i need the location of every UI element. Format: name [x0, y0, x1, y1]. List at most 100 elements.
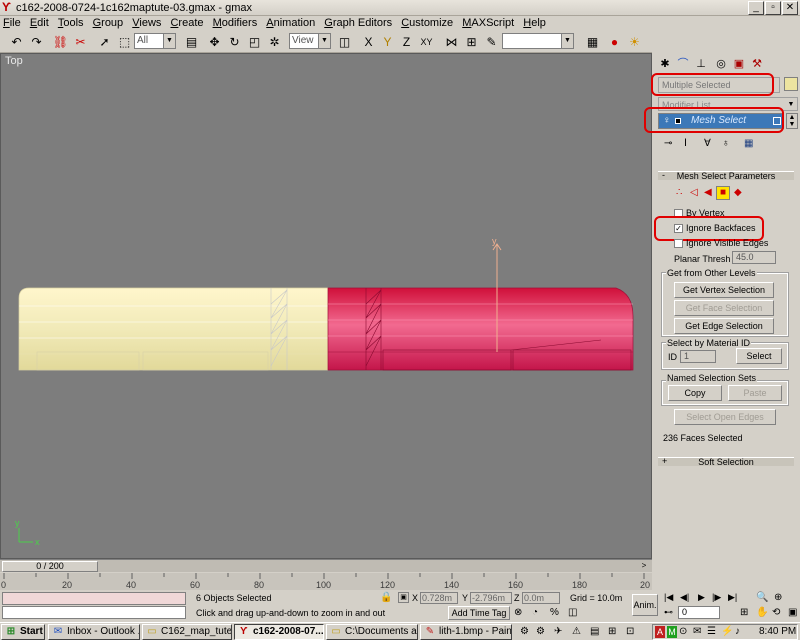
menu-animation[interactable]: Animation — [263, 16, 318, 31]
y-coord-field[interactable]: -2.796m — [470, 592, 512, 604]
tray-icon[interactable]: ✈ — [554, 626, 562, 637]
modify-tab-icon[interactable]: ⌒ — [676, 57, 690, 71]
z-coord-field[interactable]: 0.0m — [522, 592, 560, 604]
next-frame-icon[interactable]: > — [638, 561, 650, 572]
render-scene-icon[interactable]: ● — [606, 34, 623, 51]
soft-selection-rollout-header[interactable]: + Soft Selection — [658, 457, 794, 467]
paste-button[interactable]: Paste — [728, 385, 782, 401]
tray-icon[interactable]: ⊡ — [626, 626, 634, 637]
utilities-tab-icon[interactable]: ⚒ — [750, 57, 764, 71]
show-end-result-icon[interactable]: Ⅰ — [684, 138, 687, 149]
volume-icon[interactable]: ♪ — [735, 626, 740, 637]
undo-icon[interactable]: ↶ — [8, 34, 25, 51]
angle-snap-icon[interactable]: ◔ — [532, 607, 538, 618]
scale-icon[interactable]: ◰ — [246, 34, 263, 51]
zoom-all-icon[interactable]: ⊕ — [774, 592, 782, 603]
absolute-mode-icon[interactable]: ▣ — [398, 592, 409, 603]
menu-graph-editors[interactable]: Graph Editors — [321, 16, 395, 31]
planar-thresh-spinner[interactable]: 45.0 — [732, 251, 776, 264]
rotate-icon[interactable]: ↻ — [226, 34, 243, 51]
tray-icon[interactable]: M — [667, 626, 677, 638]
region-select-icon[interactable]: ⬚ — [116, 34, 133, 51]
menu-modifiers[interactable]: Modifiers — [210, 16, 261, 31]
ignore-visible-edges-row[interactable]: Ignore Visible Edges — [674, 238, 768, 249]
menu-tools[interactable]: Tools — [55, 16, 87, 31]
tray-icon[interactable]: ⚠ — [572, 626, 581, 637]
select-by-name-icon[interactable]: ▤ — [183, 34, 200, 51]
element-level-icon[interactable]: ◆ — [734, 187, 742, 198]
edge-level-icon[interactable]: ◁ — [690, 187, 698, 198]
top-viewport[interactable]: Top y y x — [0, 53, 652, 559]
remove-modifier-icon[interactable]: ♁ — [722, 138, 730, 149]
copy-button[interactable]: Copy — [668, 385, 722, 401]
current-frame-field[interactable]: 0 — [678, 606, 720, 619]
x-coord-field[interactable]: 0.728m — [420, 592, 458, 604]
track-bar[interactable]: 0 20 40 60 80 100 120 140 160 180 20 — [0, 573, 652, 590]
taskbar-item-paint[interactable]: ✎ lith-1.bmp - Paint — [420, 624, 512, 640]
time-slider[interactable]: < 0 / 200 > — [0, 559, 652, 572]
spinner-snap-icon[interactable]: ◫ — [568, 607, 577, 618]
percent-snap-icon[interactable]: % — [550, 607, 559, 618]
tray-icon[interactable]: ⚙ — [536, 626, 545, 637]
make-unique-icon[interactable]: ∀ — [704, 138, 711, 149]
key-mode-icon[interactable]: ⊷ — [664, 607, 673, 618]
material-id-spinner[interactable]: 1 — [680, 350, 716, 363]
minimize-button[interactable]: _ — [748, 1, 764, 15]
taskbar-item-outlook[interactable]: ✉ Inbox - Outlook ... — [48, 624, 140, 640]
face-level-icon[interactable]: ◀ — [704, 187, 712, 198]
menu-create[interactable]: Create — [167, 16, 206, 31]
arc-rotate-icon[interactable]: ⟲ — [772, 607, 780, 618]
tray-icon[interactable]: ⊙ — [679, 626, 687, 637]
clock[interactable]: 8:40 PM — [759, 626, 796, 637]
menu-group[interactable]: Group — [90, 16, 127, 31]
axis-x-icon[interactable]: X — [360, 34, 377, 51]
get-face-selection-button[interactable]: Get Face Selection — [674, 300, 774, 316]
axis-z-icon[interactable]: Z — [398, 34, 415, 51]
vertex-level-icon[interactable]: ∴ — [676, 187, 682, 198]
goto-end-icon[interactable]: ▶| — [728, 592, 737, 603]
close-button[interactable]: ✕ — [782, 1, 798, 15]
select-object-icon[interactable]: ➚ — [96, 34, 113, 51]
tray-icon[interactable]: ▤ — [590, 626, 599, 637]
prev-key-icon[interactable]: ◀| — [680, 592, 689, 603]
select-open-edges-button[interactable]: Select Open Edges — [674, 409, 776, 425]
axis-y-icon[interactable]: Y — [379, 34, 396, 51]
menu-help[interactable]: Help — [520, 16, 549, 31]
tray-icon[interactable]: ⚙ — [520, 626, 529, 637]
link-icon[interactable]: ⛓ — [52, 34, 69, 51]
zoom-icon[interactable]: 🔍 — [756, 592, 768, 603]
tray-icon[interactable]: ⊞ — [608, 626, 616, 637]
maxscript-listener-pink[interactable] — [2, 592, 186, 605]
selection-filter-dropdown[interactable]: All ▼ — [134, 33, 176, 49]
maximize-viewport-icon[interactable]: ▣ — [788, 607, 797, 618]
reference-coordinate-dropdown[interactable]: View ▼ — [289, 33, 331, 49]
select-by-id-button[interactable]: Select — [736, 348, 782, 364]
menu-views[interactable]: Views — [129, 16, 164, 31]
maxscript-listener-white[interactable] — [2, 606, 186, 619]
restore-button[interactable]: ▫ — [765, 1, 781, 15]
menu-customize[interactable]: Customize — [398, 16, 456, 31]
mesh-select-rollout-header[interactable]: - Mesh Select Parameters — [658, 171, 794, 181]
polygon-level-icon[interactable]: ■ — [716, 186, 730, 200]
start-button[interactable]: ⊞ Start — [1, 624, 45, 640]
time-slider-thumb[interactable]: 0 / 200 — [2, 561, 98, 572]
add-time-tag-button[interactable]: Add Time Tag — [448, 606, 510, 620]
get-vertex-selection-button[interactable]: Get Vertex Selection — [674, 282, 774, 298]
align-icon[interactable]: ⊞ — [463, 34, 480, 51]
get-edge-selection-button[interactable]: Get Edge Selection — [674, 318, 774, 334]
animate-button[interactable]: Anim. — [632, 594, 658, 616]
tray-icon[interactable]: ⚡ — [721, 626, 733, 637]
configure-sets-icon[interactable]: ▦ — [744, 138, 753, 149]
lock-selection-icon[interactable]: 🔒 — [380, 592, 392, 603]
tray-icon[interactable]: A — [655, 626, 665, 638]
manipulate-icon[interactable]: ✲ — [266, 34, 283, 51]
pin-stack-icon[interactable]: ⊸ — [664, 138, 672, 149]
menu-file[interactable]: File — [0, 16, 24, 31]
axis-xy-icon[interactable]: XY — [418, 34, 435, 51]
tray-icon[interactable]: ☰ — [707, 626, 716, 637]
menu-maxscript[interactable]: MAXScript — [459, 16, 517, 31]
taskbar-item-folder[interactable]: ▭ C162_map_tute — [142, 624, 232, 640]
pivot-center-icon[interactable]: ◫ — [336, 34, 353, 51]
create-tab-icon[interactable]: ✱ — [658, 57, 672, 71]
motion-tab-icon[interactable]: ◎ — [714, 57, 728, 71]
